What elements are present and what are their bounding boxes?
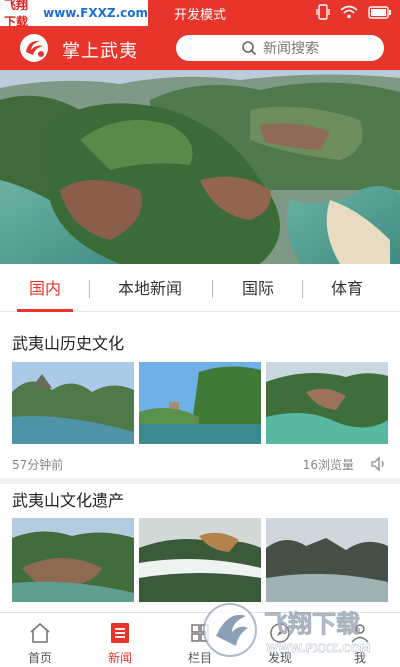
active-tab-indicator	[17, 309, 73, 312]
vibrate-icon	[316, 4, 330, 20]
nav-home[interactable]: 首页	[0, 613, 80, 667]
search-bar[interactable]: 新闻搜索	[176, 35, 384, 61]
news-thumbnail[interactable]	[266, 518, 388, 602]
tab-local-news[interactable]: 本地新闻	[100, 266, 200, 312]
app-header: 掌上武夷 新闻搜索	[0, 26, 400, 70]
nav-label: 新闻	[107, 651, 132, 665]
status-icons	[316, 4, 392, 20]
tab-international[interactable]: 国际	[222, 266, 294, 312]
news-thumbnail[interactable]	[12, 362, 134, 444]
news-meta: 57分钟前 16浏览量	[12, 456, 388, 476]
watermark-url: www.FXXZ.com	[43, 6, 148, 20]
news-title[interactable]: 武夷山文化遗产	[12, 487, 124, 511]
hero-banner-image[interactable]	[0, 70, 400, 264]
dev-mode-label: 开发模式	[173, 8, 226, 23]
status-bar: 飞翔下载 www.FXXZ.com 开发模式	[0, 0, 400, 29]
watermark-top: 飞翔下载 www.FXXZ.com	[0, 0, 148, 29]
nav-label: 首页	[27, 651, 52, 665]
hero-landscape	[0, 70, 400, 264]
search-placeholder: 新闻搜索	[263, 41, 319, 57]
news-title[interactable]: 武夷山历史文化	[12, 330, 124, 354]
watermark-url: WWW.FXXZ.COM	[266, 642, 371, 655]
news-thumbnail[interactable]	[266, 362, 388, 444]
app-title: 掌上武夷	[62, 41, 138, 62]
watermark-bottom: 飞翔下载 WWW.FXXZ.COM	[198, 596, 394, 666]
battery-icon	[368, 5, 391, 19]
nav-news[interactable]: 新闻	[80, 613, 160, 667]
watermark-brand: 飞翔下载	[264, 610, 360, 638]
tab-separator	[302, 280, 303, 298]
news-thumbnail[interactable]	[12, 518, 134, 602]
app-logo-icon	[20, 34, 48, 62]
section-divider	[0, 478, 400, 484]
news-views: 16浏览量	[302, 458, 354, 472]
news-thumbnail[interactable]	[139, 362, 261, 444]
search-icon	[242, 41, 257, 56]
tab-sports[interactable]: 体育	[312, 266, 382, 312]
home-icon	[30, 622, 50, 643]
news-time: 57分钟前	[12, 458, 64, 472]
news-thumbnail[interactable]	[139, 518, 261, 602]
tab-domestic[interactable]: 国内	[10, 266, 80, 312]
tab-separator	[212, 280, 213, 298]
wifi-icon	[340, 5, 358, 19]
category-tabs: 国内 本地新闻 国际 体育	[0, 266, 400, 312]
news-icon	[111, 623, 129, 643]
speaker-icon[interactable]	[370, 455, 388, 473]
tab-separator	[89, 280, 90, 298]
